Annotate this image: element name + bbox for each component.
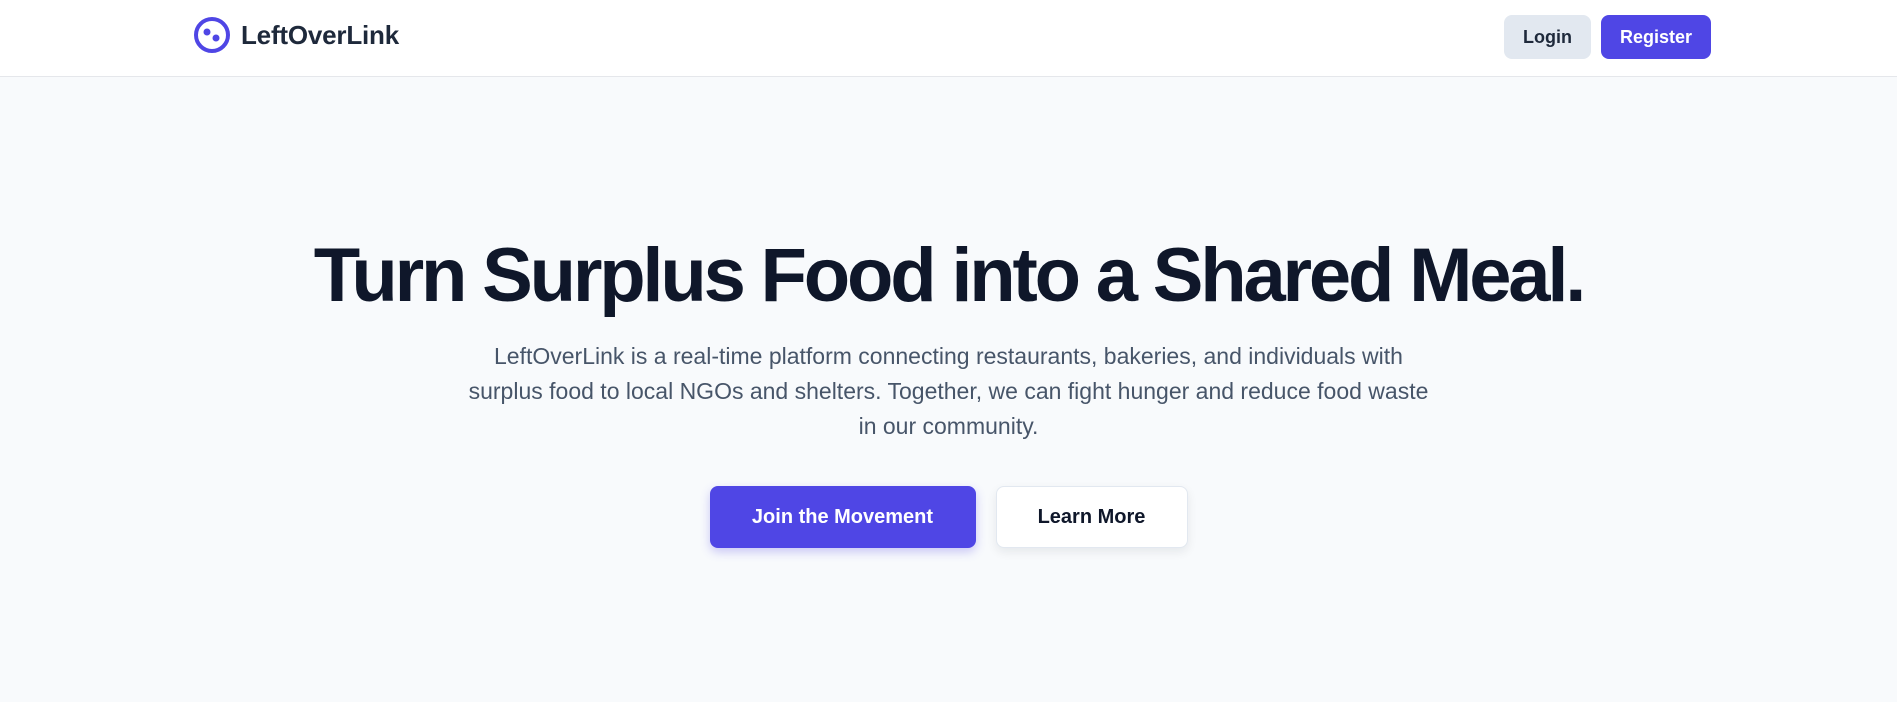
join-movement-button[interactable]: Join the Movement [709, 486, 976, 548]
hero-title: Turn Surplus Food into a Shared Meal. [313, 233, 1587, 318]
logo-icon [194, 17, 230, 53]
nav-actions: Login Register [1504, 15, 1711, 59]
login-button[interactable]: Login [1504, 15, 1591, 59]
brand-name: LeftOverLink [241, 19, 399, 50]
brand[interactable]: LeftOverLink [193, 16, 399, 54]
hero-section: Turn Surplus Food into a Shared Meal. Le… [0, 77, 1897, 548]
top-navbar: LeftOverLink Login Register [0, 0, 1897, 77]
hero-description: LeftOverLink is a real-time platform con… [468, 343, 1429, 439]
register-button[interactable]: Register [1601, 15, 1711, 59]
hero-actions: Join the Movement Learn More [0, 486, 1897, 548]
learn-more-button[interactable]: Learn More [995, 486, 1188, 548]
